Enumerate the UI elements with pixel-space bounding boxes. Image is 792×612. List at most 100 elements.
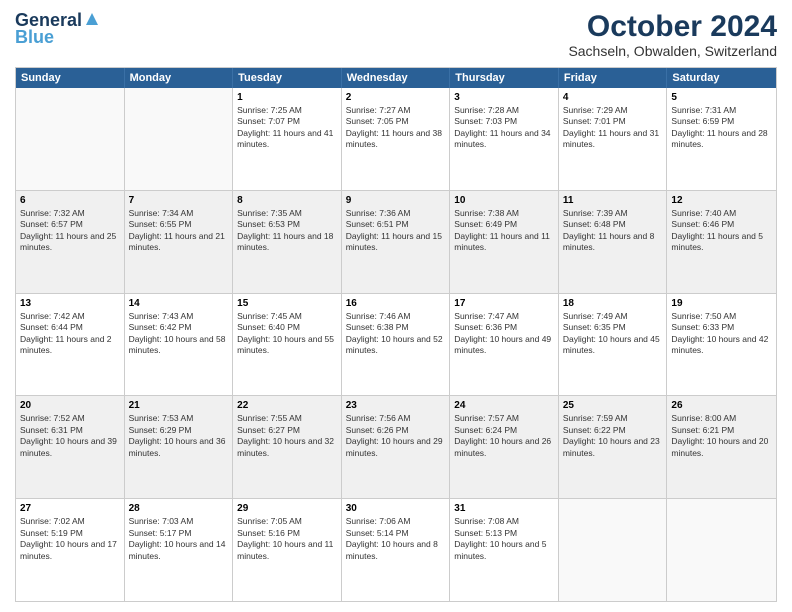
day-info: Sunrise: 7:34 AMSunset: 6:55 PMDaylight:… [129, 208, 229, 254]
day-number: 20 [20, 399, 120, 412]
day-number: 25 [563, 399, 663, 412]
day-number: 8 [237, 194, 337, 207]
calendar: SundayMondayTuesdayWednesdayThursdayFrid… [15, 67, 777, 602]
day-number: 5 [671, 91, 772, 104]
day-info: Sunrise: 7:47 AMSunset: 6:36 PMDaylight:… [454, 311, 554, 357]
day-info: Sunrise: 7:35 AMSunset: 6:53 PMDaylight:… [237, 208, 337, 254]
calendar-cell: 21Sunrise: 7:53 AMSunset: 6:29 PMDayligh… [125, 396, 234, 498]
day-info: Sunrise: 7:03 AMSunset: 5:17 PMDaylight:… [129, 516, 229, 562]
day-number: 15 [237, 297, 337, 310]
day-info: Sunrise: 7:39 AMSunset: 6:48 PMDaylight:… [563, 208, 663, 254]
day-info: Sunrise: 7:06 AMSunset: 5:14 PMDaylight:… [346, 516, 446, 562]
day-info: Sunrise: 7:29 AMSunset: 7:01 PMDaylight:… [563, 105, 663, 151]
calendar-cell: 6Sunrise: 7:32 AMSunset: 6:57 PMDaylight… [16, 191, 125, 293]
day-info: Sunrise: 7:43 AMSunset: 6:42 PMDaylight:… [129, 311, 229, 357]
day-info: Sunrise: 7:28 AMSunset: 7:03 PMDaylight:… [454, 105, 554, 151]
day-number: 28 [129, 502, 229, 515]
day-number: 13 [20, 297, 120, 310]
logo: General Blue [15, 10, 99, 48]
page: General Blue October 2024 Sachseln, Obwa… [0, 0, 792, 612]
calendar-cell: 14Sunrise: 7:43 AMSunset: 6:42 PMDayligh… [125, 294, 234, 396]
calendar-cell [16, 88, 125, 190]
logo-triangle-icon [85, 12, 99, 31]
calendar-cell: 1Sunrise: 7:25 AMSunset: 7:07 PMDaylight… [233, 88, 342, 190]
weekday-header: Monday [125, 68, 234, 88]
weekday-header: Thursday [450, 68, 559, 88]
weekday-header: Friday [559, 68, 668, 88]
day-number: 19 [671, 297, 772, 310]
calendar-body: 1Sunrise: 7:25 AMSunset: 7:07 PMDaylight… [16, 88, 776, 601]
day-info: Sunrise: 7:08 AMSunset: 5:13 PMDaylight:… [454, 516, 554, 562]
day-info: Sunrise: 7:49 AMSunset: 6:35 PMDaylight:… [563, 311, 663, 357]
calendar-week-row: 6Sunrise: 7:32 AMSunset: 6:57 PMDaylight… [16, 191, 776, 294]
calendar-cell: 3Sunrise: 7:28 AMSunset: 7:03 PMDaylight… [450, 88, 559, 190]
day-info: Sunrise: 7:53 AMSunset: 6:29 PMDaylight:… [129, 413, 229, 459]
day-number: 21 [129, 399, 229, 412]
day-number: 14 [129, 297, 229, 310]
calendar-cell: 24Sunrise: 7:57 AMSunset: 6:24 PMDayligh… [450, 396, 559, 498]
day-info: Sunrise: 7:25 AMSunset: 7:07 PMDaylight:… [237, 105, 337, 151]
day-number: 2 [346, 91, 446, 104]
day-number: 16 [346, 297, 446, 310]
calendar-cell: 15Sunrise: 7:45 AMSunset: 6:40 PMDayligh… [233, 294, 342, 396]
day-info: Sunrise: 7:56 AMSunset: 6:26 PMDaylight:… [346, 413, 446, 459]
day-number: 18 [563, 297, 663, 310]
calendar-cell: 26Sunrise: 8:00 AMSunset: 6:21 PMDayligh… [667, 396, 776, 498]
calendar-cell: 13Sunrise: 7:42 AMSunset: 6:44 PMDayligh… [16, 294, 125, 396]
calendar-cell: 2Sunrise: 7:27 AMSunset: 7:05 PMDaylight… [342, 88, 451, 190]
calendar-cell: 8Sunrise: 7:35 AMSunset: 6:53 PMDaylight… [233, 191, 342, 293]
calendar-cell: 23Sunrise: 7:56 AMSunset: 6:26 PMDayligh… [342, 396, 451, 498]
day-info: Sunrise: 7:38 AMSunset: 6:49 PMDaylight:… [454, 208, 554, 254]
calendar-cell: 19Sunrise: 7:50 AMSunset: 6:33 PMDayligh… [667, 294, 776, 396]
calendar-week-row: 1Sunrise: 7:25 AMSunset: 7:07 PMDaylight… [16, 88, 776, 191]
calendar-cell: 10Sunrise: 7:38 AMSunset: 6:49 PMDayligh… [450, 191, 559, 293]
day-number: 9 [346, 194, 446, 207]
calendar-week-row: 13Sunrise: 7:42 AMSunset: 6:44 PMDayligh… [16, 294, 776, 397]
calendar-cell: 18Sunrise: 7:49 AMSunset: 6:35 PMDayligh… [559, 294, 668, 396]
day-info: Sunrise: 7:32 AMSunset: 6:57 PMDaylight:… [20, 208, 120, 254]
calendar-cell: 12Sunrise: 7:40 AMSunset: 6:46 PMDayligh… [667, 191, 776, 293]
day-info: Sunrise: 7:52 AMSunset: 6:31 PMDaylight:… [20, 413, 120, 459]
calendar-cell: 31Sunrise: 7:08 AMSunset: 5:13 PMDayligh… [450, 499, 559, 601]
calendar-cell: 17Sunrise: 7:47 AMSunset: 6:36 PMDayligh… [450, 294, 559, 396]
calendar-cell: 20Sunrise: 7:52 AMSunset: 6:31 PMDayligh… [16, 396, 125, 498]
day-info: Sunrise: 7:02 AMSunset: 5:19 PMDaylight:… [20, 516, 120, 562]
subtitle: Sachseln, Obwalden, Switzerland [568, 43, 777, 59]
calendar-cell: 7Sunrise: 7:34 AMSunset: 6:55 PMDaylight… [125, 191, 234, 293]
day-number: 11 [563, 194, 663, 207]
day-number: 17 [454, 297, 554, 310]
calendar-cell: 16Sunrise: 7:46 AMSunset: 6:38 PMDayligh… [342, 294, 451, 396]
day-info: Sunrise: 7:46 AMSunset: 6:38 PMDaylight:… [346, 311, 446, 357]
day-number: 24 [454, 399, 554, 412]
calendar-cell: 25Sunrise: 7:59 AMSunset: 6:22 PMDayligh… [559, 396, 668, 498]
day-info: Sunrise: 7:55 AMSunset: 6:27 PMDaylight:… [237, 413, 337, 459]
day-number: 30 [346, 502, 446, 515]
weekday-header: Sunday [16, 68, 125, 88]
calendar-cell: 29Sunrise: 7:05 AMSunset: 5:16 PMDayligh… [233, 499, 342, 601]
day-number: 31 [454, 502, 554, 515]
logo-blue: Blue [15, 27, 54, 48]
day-info: Sunrise: 7:45 AMSunset: 6:40 PMDaylight:… [237, 311, 337, 357]
day-number: 26 [671, 399, 772, 412]
calendar-cell: 28Sunrise: 7:03 AMSunset: 5:17 PMDayligh… [125, 499, 234, 601]
calendar-week-row: 27Sunrise: 7:02 AMSunset: 5:19 PMDayligh… [16, 499, 776, 601]
header: General Blue October 2024 Sachseln, Obwa… [15, 10, 777, 59]
weekday-header: Saturday [667, 68, 776, 88]
calendar-cell [125, 88, 234, 190]
calendar-cell: 4Sunrise: 7:29 AMSunset: 7:01 PMDaylight… [559, 88, 668, 190]
day-info: Sunrise: 7:57 AMSunset: 6:24 PMDaylight:… [454, 413, 554, 459]
day-info: Sunrise: 7:50 AMSunset: 6:33 PMDaylight:… [671, 311, 772, 357]
calendar-cell [559, 499, 668, 601]
day-number: 4 [563, 91, 663, 104]
calendar-cell: 9Sunrise: 7:36 AMSunset: 6:51 PMDaylight… [342, 191, 451, 293]
calendar-cell: 30Sunrise: 7:06 AMSunset: 5:14 PMDayligh… [342, 499, 451, 601]
calendar-cell: 27Sunrise: 7:02 AMSunset: 5:19 PMDayligh… [16, 499, 125, 601]
calendar-week-row: 20Sunrise: 7:52 AMSunset: 6:31 PMDayligh… [16, 396, 776, 499]
day-number: 3 [454, 91, 554, 104]
day-number: 10 [454, 194, 554, 207]
day-number: 22 [237, 399, 337, 412]
day-info: Sunrise: 7:40 AMSunset: 6:46 PMDaylight:… [671, 208, 772, 254]
calendar-cell: 22Sunrise: 7:55 AMSunset: 6:27 PMDayligh… [233, 396, 342, 498]
day-number: 7 [129, 194, 229, 207]
day-info: Sunrise: 7:36 AMSunset: 6:51 PMDaylight:… [346, 208, 446, 254]
